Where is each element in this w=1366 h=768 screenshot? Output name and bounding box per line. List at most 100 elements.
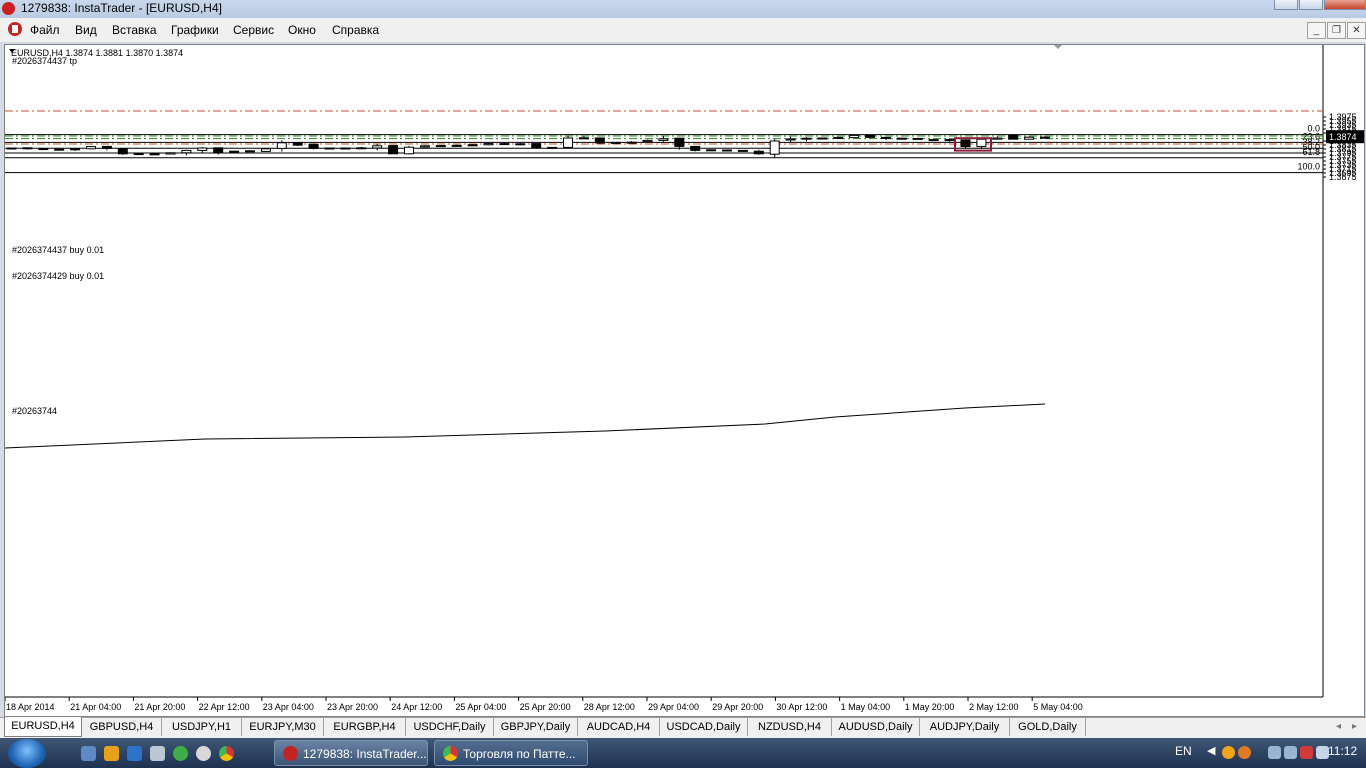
tray-expand-icon[interactable]: ◀ xyxy=(1207,744,1215,757)
maximize-button[interactable] xyxy=(1299,0,1323,10)
utorrent-icon[interactable] xyxy=(173,746,188,761)
candle-body[interactable] xyxy=(1040,136,1050,139)
chart-tab[interactable]: EURUSD,H4 xyxy=(4,717,82,737)
explorer-icon[interactable] xyxy=(127,746,142,761)
candle-body[interactable] xyxy=(849,134,860,139)
computer-icon[interactable] xyxy=(150,746,165,761)
candle-body[interactable] xyxy=(833,136,844,139)
candle-body[interactable] xyxy=(181,149,192,154)
candle-body[interactable] xyxy=(674,137,685,147)
tray-device-icon[interactable] xyxy=(1268,746,1281,759)
chart-tab[interactable]: GOLD,Daily xyxy=(1010,718,1086,736)
candle-body[interactable] xyxy=(197,147,208,151)
candle-body[interactable] xyxy=(706,149,717,152)
child-close-button[interactable]: ✕ xyxy=(1347,22,1366,39)
candle-body[interactable] xyxy=(1008,134,1019,140)
menu-tools[interactable]: Сервис xyxy=(233,23,274,37)
chart-tab[interactable]: USDCAD,Daily xyxy=(660,718,748,736)
tray-app-icon[interactable] xyxy=(1222,746,1235,759)
menu-view[interactable]: Вид xyxy=(75,23,97,37)
candle-body[interactable] xyxy=(531,143,542,149)
candle-body[interactable] xyxy=(451,144,462,147)
chart-tab[interactable]: USDCHF,Daily xyxy=(406,718,494,736)
candle-body[interactable] xyxy=(260,148,271,152)
candle-body[interactable] xyxy=(372,145,383,149)
candle-body[interactable] xyxy=(912,137,923,140)
candle-body[interactable] xyxy=(276,142,287,149)
menu-window[interactable]: Окно xyxy=(288,23,316,37)
tray-flag-icon[interactable] xyxy=(1300,746,1313,759)
menu-insert[interactable]: Вставка xyxy=(112,23,157,37)
candle-body[interactable] xyxy=(213,147,224,153)
candle-body[interactable] xyxy=(753,150,764,155)
candle-body[interactable] xyxy=(54,148,65,151)
candle-body[interactable] xyxy=(547,146,558,149)
child-restore-button[interactable]: ❐ xyxy=(1327,22,1346,39)
minimize-button[interactable] xyxy=(1274,0,1298,10)
app-icon[interactable] xyxy=(196,746,211,761)
candle-body[interactable] xyxy=(865,134,876,138)
candle-body[interactable] xyxy=(578,137,589,140)
tabs-left-arrow-icon[interactable]: ◂ xyxy=(1336,721,1341,732)
candle-body[interactable] xyxy=(308,143,319,149)
candle-body[interactable] xyxy=(467,144,478,147)
candle-body[interactable] xyxy=(117,148,128,155)
tabs-right-arrow-icon[interactable]: ▸ xyxy=(1352,721,1357,732)
candle-body[interactable] xyxy=(499,143,510,146)
candle-body[interactable] xyxy=(388,145,399,155)
candle-body[interactable] xyxy=(817,137,828,140)
candle-body[interactable] xyxy=(896,137,907,140)
candle-body[interactable] xyxy=(928,139,939,142)
candle-body[interactable] xyxy=(292,142,303,146)
chart-tab[interactable]: EURJPY,M30 xyxy=(242,718,324,736)
candle-body[interactable] xyxy=(22,147,33,150)
menu-file[interactable]: Файл xyxy=(30,23,60,37)
candle-body[interactable] xyxy=(515,143,526,146)
candle-body[interactable] xyxy=(229,150,240,153)
candle-body[interactable] xyxy=(404,146,414,155)
candle-body[interactable] xyxy=(245,150,255,153)
candle-body[interactable] xyxy=(340,147,351,150)
candle-body[interactable] xyxy=(324,147,335,150)
price-chart[interactable]: 1.39751.39551.39351.39151.38951.38551.38… xyxy=(5,45,1364,716)
media-player-icon[interactable] xyxy=(104,746,119,761)
candle-body[interactable] xyxy=(944,139,955,142)
candle-body[interactable] xyxy=(960,139,971,148)
candle-body[interactable] xyxy=(610,141,621,144)
chart-tab[interactable]: AUDCAD,H4 xyxy=(578,718,660,736)
candle-body[interactable] xyxy=(101,145,112,149)
start-button[interactable] xyxy=(8,739,46,768)
show-desktop-icon[interactable] xyxy=(81,746,96,761)
candle-body[interactable] xyxy=(165,152,176,155)
menu-help[interactable]: Справка xyxy=(332,23,379,37)
chrome-quicklaunch-icon[interactable] xyxy=(219,746,234,761)
candle-body[interactable] xyxy=(563,137,573,148)
clock[interactable]: 11:12 xyxy=(1328,744,1357,758)
candle-body[interactable] xyxy=(594,137,605,144)
child-minimize-button[interactable]: _ xyxy=(1307,22,1326,39)
taskbar-chrome-button[interactable]: Торговля по Патте... xyxy=(434,740,588,766)
candle-body[interactable] xyxy=(801,137,812,140)
candle-body[interactable] xyxy=(133,153,144,156)
close-button[interactable] xyxy=(1324,0,1366,10)
chart-tab[interactable]: GBPJPY,Daily xyxy=(494,718,578,736)
chart-tab[interactable]: USDJPY,H1 xyxy=(162,718,242,736)
candle-body[interactable] xyxy=(38,148,49,151)
candle-body[interactable] xyxy=(626,141,637,144)
language-indicator[interactable]: EN xyxy=(1175,744,1192,758)
candle-body[interactable] xyxy=(690,145,701,151)
tray-avast-icon[interactable] xyxy=(1238,746,1251,759)
candle-body[interactable] xyxy=(642,139,653,143)
chart-tab[interactable]: NZDUSD,H4 xyxy=(748,718,832,736)
menu-charts[interactable]: Графики xyxy=(171,23,219,37)
chart-shift-marker-icon[interactable] xyxy=(1054,45,1062,49)
candle-body[interactable] xyxy=(881,136,891,139)
chart-tab[interactable]: AUDUSD,Daily xyxy=(832,718,920,736)
candle-body[interactable] xyxy=(769,140,780,155)
chart-tab[interactable]: GBPUSD,H4 xyxy=(82,718,162,736)
candle-body[interactable] xyxy=(86,146,96,150)
candle-body[interactable] xyxy=(149,153,160,156)
candle-body[interactable] xyxy=(6,147,17,150)
candle-body[interactable] xyxy=(1024,136,1035,140)
taskbar-instatrader-button[interactable]: 1279838: InstaTrader... xyxy=(274,740,428,766)
